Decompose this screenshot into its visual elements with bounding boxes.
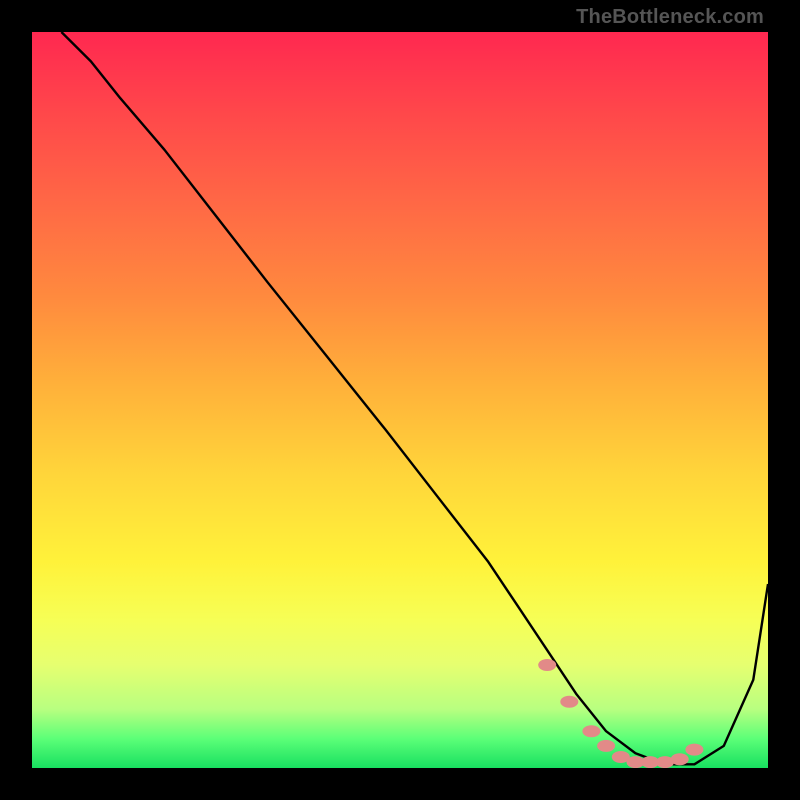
watermark-text: TheBottleneck.com [576,6,764,29]
highlight-marker [671,753,689,765]
chart-frame: TheBottleneck.com [0,0,800,800]
highlight-marker [685,744,703,756]
highlight-marker [538,659,556,671]
bottleneck-curve [61,32,768,764]
highlight-marker [560,696,578,708]
highlight-marker [582,725,600,737]
highlight-marker [597,740,615,752]
chart-svg [32,32,768,768]
plot-area [32,32,768,768]
